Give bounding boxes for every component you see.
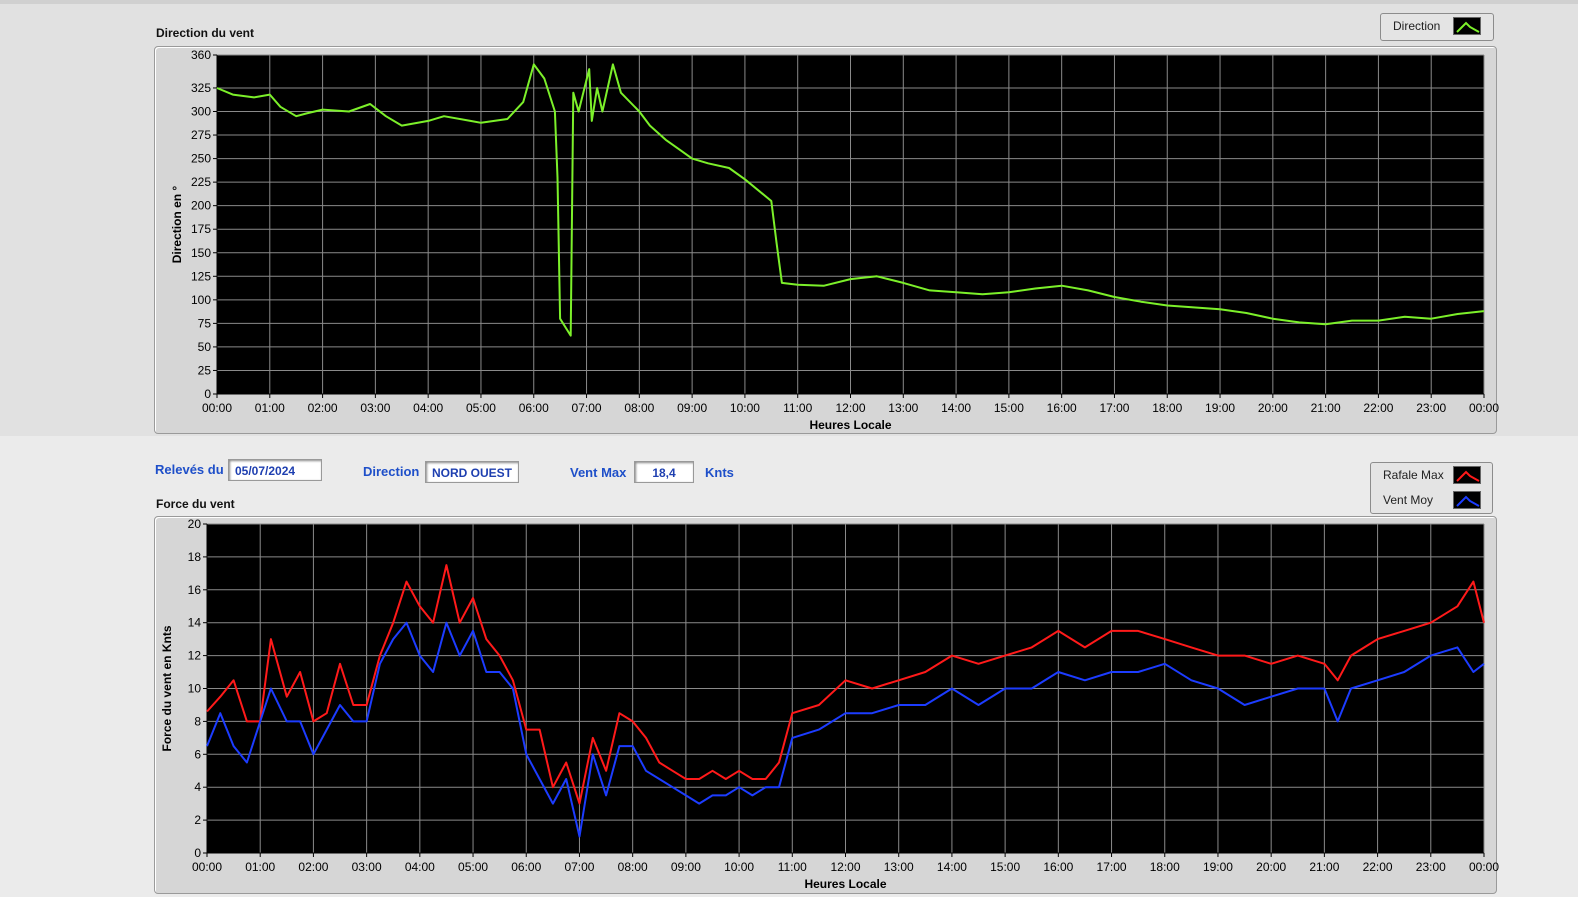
vent-moy-line-swatch-icon <box>1453 491 1481 509</box>
force-tick-label-x: 07:00 <box>564 860 594 874</box>
force-legend: Rafale Max Vent Moy <box>1370 462 1493 514</box>
force-tick-label-x: 19:00 <box>1203 860 1233 874</box>
force-tick-label-x: 06:00 <box>511 860 541 874</box>
force-tick-label-x: 22:00 <box>1363 860 1393 874</box>
force-tick-label-x: 00:00 <box>1469 860 1499 874</box>
legend-item-vent-moy: Vent Moy <box>1371 489 1492 511</box>
force-tick-label-x: 13:00 <box>884 860 914 874</box>
force-y-axis-label: Force du vent en Knts <box>160 625 174 751</box>
force-tick-label-x: 08:00 <box>618 860 648 874</box>
force-chart: 00:00 01:00 02:00 03:00 04:00 05:00 06:00 07:00… <box>160 517 1499 891</box>
force-tick-label-x: 21:00 <box>1309 860 1339 874</box>
force-tick-label-x: 23:00 <box>1416 860 1446 874</box>
force-tick-label-y: 10 <box>188 682 202 696</box>
force-tick-label-y: 8 <box>194 714 201 728</box>
force-tick-label-x: 01:00 <box>245 860 275 874</box>
force-tick-label-x: 09:00 <box>671 860 701 874</box>
force-tick-label-x: 05:00 <box>458 860 488 874</box>
legend-item-rafale: Rafale Max <box>1371 464 1492 486</box>
force-tick-label-x: 02:00 <box>298 860 328 874</box>
force-tick-label-y: 14 <box>188 616 202 630</box>
force-tick-label-x: 00:00 <box>192 860 222 874</box>
force-tick-label-y: 20 <box>188 517 202 531</box>
force-tick-label-y: 12 <box>188 649 202 663</box>
force-tick-label-x: 18:00 <box>1150 860 1180 874</box>
force-tick-label-x: 10:00 <box>724 860 754 874</box>
force-tick-label-y: 18 <box>188 550 202 564</box>
force-tick-label-y: 2 <box>194 813 201 827</box>
force-tick-label-y: 4 <box>194 780 201 794</box>
force-tick-label-x: 03:00 <box>352 860 382 874</box>
force-tick-label-y: 16 <box>188 583 202 597</box>
force-tick-label-y: 0 <box>194 846 201 860</box>
force-tick-label-x: 04:00 <box>405 860 435 874</box>
force-tick-label-x: 20:00 <box>1256 860 1286 874</box>
force-tick-label-x: 16:00 <box>1043 860 1073 874</box>
force-tick-label-x: 14:00 <box>937 860 967 874</box>
legend-label-rafale: Rafale Max <box>1383 468 1444 482</box>
force-tick-label-x: 11:00 <box>778 860 807 874</box>
legend-label-vent-moy: Vent Moy <box>1383 493 1434 507</box>
force-tick-label-x: 15:00 <box>990 860 1020 874</box>
force-tick-label-x: 17:00 <box>1097 860 1127 874</box>
force-tick-label-y: 6 <box>194 747 201 761</box>
rafale-line-swatch-icon <box>1453 466 1481 484</box>
force-x-axis-label: Heures Locale <box>804 877 886 891</box>
force-tick-label-x: 12:00 <box>830 860 860 874</box>
